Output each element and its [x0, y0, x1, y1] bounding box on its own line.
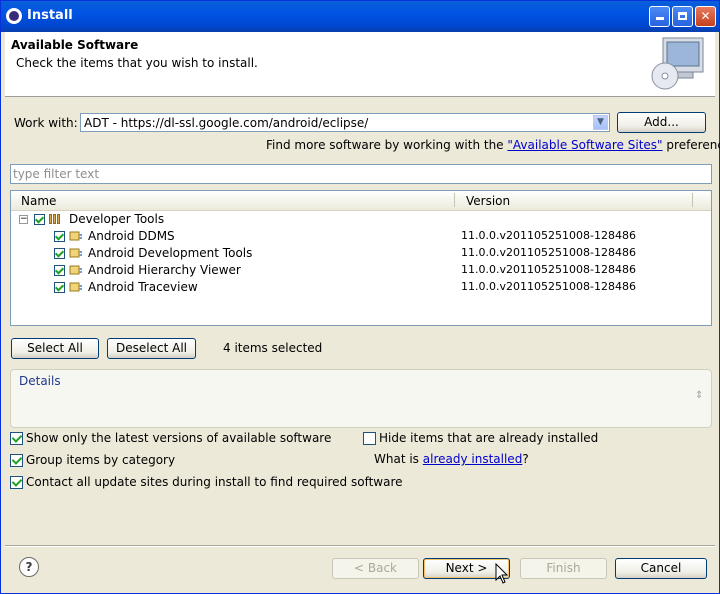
chevron-down-icon[interactable]: ▼	[593, 115, 608, 130]
maximize-icon	[678, 12, 687, 20]
find-more-prefix: Find more software by working with the	[266, 138, 504, 152]
item-checkbox[interactable]	[54, 248, 65, 259]
tree-row[interactable]: Android DDMS 11.0.0.v201105251008-128486	[11, 228, 711, 245]
select-all-button[interactable]: Select All	[11, 338, 99, 359]
item-name: Android DDMS	[88, 229, 175, 243]
help-icon[interactable]: ?	[19, 557, 39, 577]
item-version: 11.0.0.v201105251008-128486	[461, 263, 636, 276]
group-by-category-checkbox[interactable]	[10, 454, 23, 467]
group-by-category-label: Group items by category	[26, 453, 176, 467]
close-icon: ✕	[700, 9, 711, 23]
tree-row[interactable]: Android Hierarchy Viewer 11.0.0.v2011052…	[11, 262, 711, 279]
column-divider[interactable]	[692, 193, 693, 207]
item-checkbox[interactable]	[54, 265, 65, 276]
mouse-pointer-icon	[495, 563, 509, 584]
item-name: Android Traceview	[88, 280, 198, 294]
install-monitor-icon	[651, 37, 704, 90]
already-installed-link[interactable]: already installed	[423, 452, 523, 466]
find-more-line: Find more software by working with the "…	[266, 138, 720, 152]
plugin-icon	[69, 231, 82, 241]
maximize-button[interactable]	[672, 6, 693, 27]
footer-divider	[5, 545, 715, 547]
item-version: 11.0.0.v201105251008-128486	[461, 280, 636, 293]
hide-installed-checkbox[interactable]	[363, 432, 376, 445]
window-title: Install	[27, 8, 73, 23]
add-button[interactable]: Add...	[617, 112, 706, 133]
tree-header: Name Version	[11, 191, 711, 211]
work-with-label: Work with:	[14, 116, 78, 130]
minimize-icon	[655, 17, 664, 20]
wizard-header: Available Software Check the items that …	[5, 32, 715, 97]
filter-input[interactable]	[13, 166, 703, 182]
column-name[interactable]: Name	[21, 194, 56, 208]
plugin-icon	[69, 282, 82, 292]
minimize-button[interactable]	[649, 6, 670, 27]
plugin-icon	[69, 265, 82, 275]
plugin-icon	[69, 248, 82, 258]
item-version: 11.0.0.v201105251008-128486	[461, 229, 636, 242]
contact-sites-checkbox[interactable]	[10, 476, 23, 489]
deselect-all-button[interactable]: Deselect All	[107, 338, 196, 359]
details-label: Details	[19, 374, 61, 388]
item-checkbox[interactable]	[54, 231, 65, 242]
category-icon	[49, 214, 65, 224]
show-latest-label: Show only the latest versions of availab…	[26, 431, 332, 445]
collapse-icon[interactable]: −	[19, 215, 28, 224]
back-button[interactable]: < Back	[332, 558, 419, 579]
column-divider[interactable]	[454, 193, 455, 207]
category-name: Developer Tools	[69, 212, 165, 226]
page-title: Available Software	[11, 38, 139, 52]
details-group: Details ⇕	[10, 369, 712, 428]
page-description: Check the items that you wish to install…	[16, 56, 258, 70]
tree-row[interactable]: Android Development Tools 11.0.0.v201105…	[11, 245, 711, 262]
item-name: Android Hierarchy Viewer	[88, 263, 241, 277]
hide-installed-label: Hide items that are already installed	[379, 431, 599, 445]
eclipse-icon	[6, 8, 22, 24]
tree-category-row[interactable]: − Developer Tools	[11, 211, 711, 228]
show-latest-checkbox[interactable]	[10, 432, 23, 445]
scroll-arrows-icon[interactable]: ⇕	[695, 390, 709, 408]
finish-button[interactable]: Finish	[520, 558, 607, 579]
install-dialog: Install ✕ Available Software Check the i…	[0, 0, 720, 594]
filter-box	[10, 164, 712, 184]
available-software-sites-link[interactable]: "Available Software Sites"	[507, 138, 662, 152]
item-version: 11.0.0.v201105251008-128486	[461, 246, 636, 259]
what-is-installed-line: What is already installed?	[374, 452, 529, 466]
work-with-combo[interactable]: ADT - https://dl-ssl.google.com/android/…	[80, 113, 610, 132]
work-with-value: ADT - https://dl-ssl.google.com/android/…	[84, 116, 369, 130]
cancel-button[interactable]: Cancel	[615, 558, 707, 579]
item-checkbox[interactable]	[54, 282, 65, 293]
what-is-prefix: What is	[374, 452, 419, 466]
selection-status: 4 items selected	[223, 341, 323, 355]
item-name: Android Development Tools	[88, 246, 253, 260]
column-version[interactable]: Version	[466, 194, 510, 208]
software-tree: Name Version − Developer Tools Android D…	[10, 190, 712, 326]
category-checkbox[interactable]	[34, 214, 45, 225]
close-button[interactable]: ✕	[695, 6, 716, 27]
title-bar: Install ✕	[1, 1, 719, 32]
what-is-suffix: ?	[522, 452, 529, 466]
find-more-suffix: preferences.	[666, 138, 720, 152]
tree-row[interactable]: Android Traceview 11.0.0.v201105251008-1…	[11, 279, 711, 296]
contact-sites-label: Contact all update sites during install …	[26, 475, 403, 489]
